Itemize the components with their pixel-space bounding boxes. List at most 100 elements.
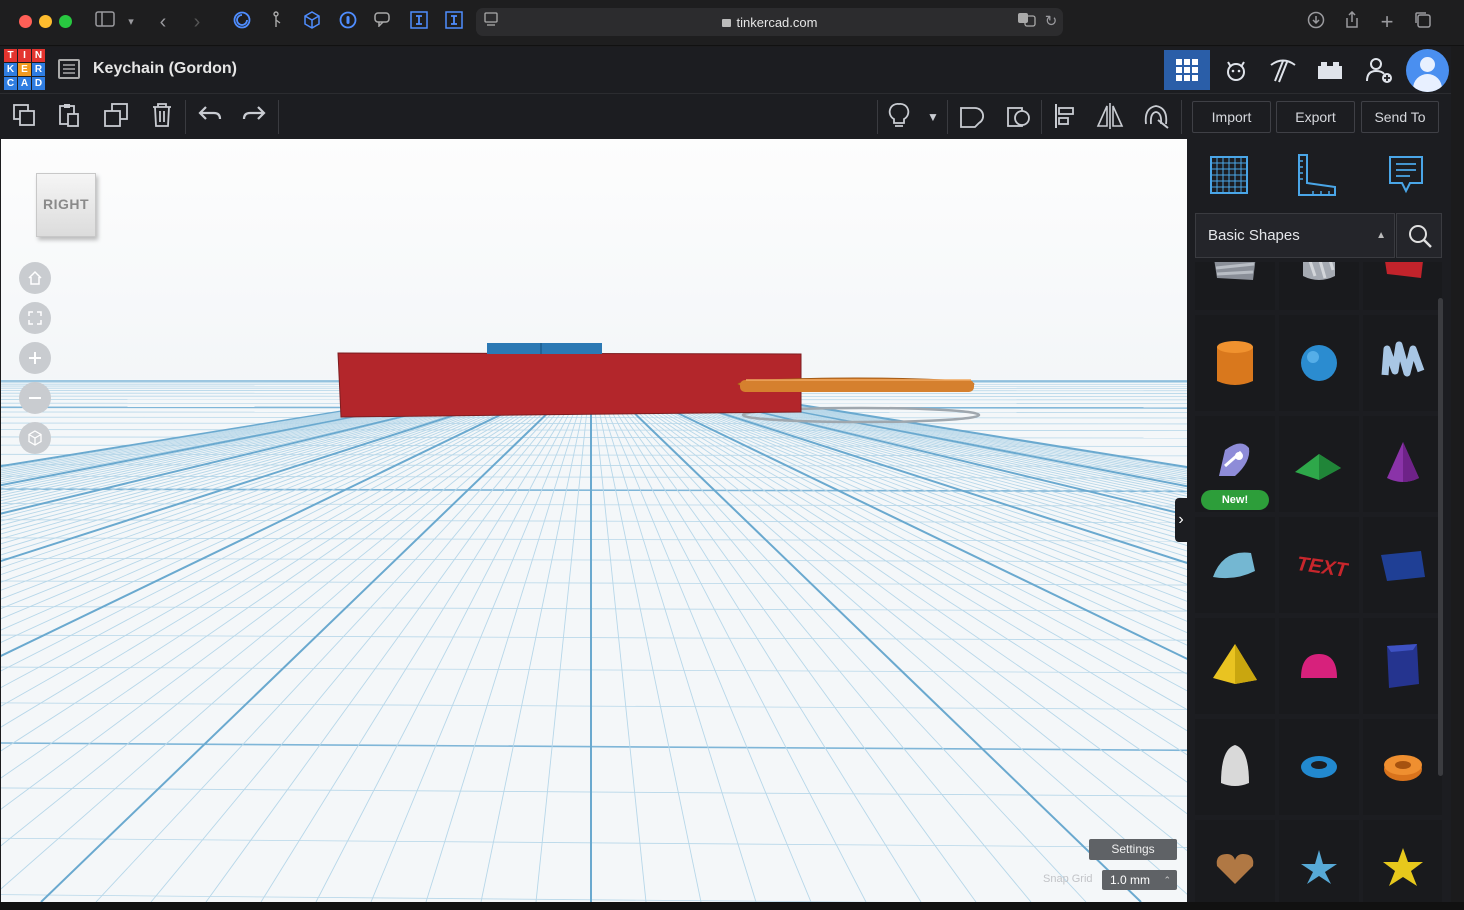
address-bar[interactable]: tinkercad.com ↻	[476, 8, 1063, 36]
shape-search-button[interactable]	[1396, 213, 1442, 258]
extension-chat-icon[interactable]	[372, 11, 394, 33]
view-bricks-button[interactable]	[1307, 50, 1353, 90]
app-window: ▾ ‹ › tinkercad.com ↻ + T I N K E R C A …	[0, 0, 1464, 910]
shape-item-pyramid[interactable]	[1195, 618, 1275, 714]
shape-item-half-sphere[interactable]	[1279, 618, 1359, 714]
shape-item-heart[interactable]	[1195, 820, 1275, 902]
paste-icon[interactable]	[54, 102, 84, 132]
snap-grid-select[interactable]: 1.0 mm ⌃	[1102, 870, 1177, 890]
shape-item-round-roof[interactable]	[1195, 517, 1275, 613]
undo-icon[interactable]	[195, 102, 225, 132]
box-icon	[1385, 262, 1423, 278]
invite-user-button[interactable]	[1356, 50, 1402, 90]
redo-icon[interactable]	[239, 102, 269, 132]
perspective-button[interactable]	[19, 422, 51, 454]
group-icon[interactable]	[957, 102, 987, 132]
design-title[interactable]: Keychain (Gordon)	[93, 60, 237, 78]
notes-tool-button[interactable]	[1384, 153, 1428, 197]
extension-figure-icon[interactable]	[266, 11, 288, 33]
shape-item-roof[interactable]	[1279, 416, 1359, 512]
downloads-icon[interactable]	[1305, 11, 1327, 33]
shape-item-sphere[interactable]	[1279, 315, 1359, 411]
forward-icon[interactable]: ›	[186, 11, 208, 33]
view-codeblocks-button[interactable]	[1213, 50, 1259, 90]
logo-letter: I	[18, 49, 31, 62]
shapes-panel: Basic Shapes ▲ New! TEXT	[1187, 139, 1451, 902]
tinkercad-logo[interactable]: TIN KER CAD	[4, 49, 45, 91]
view-cube[interactable]: RIGHT	[36, 173, 96, 237]
user-avatar[interactable]	[1406, 49, 1449, 92]
chevron-up-down-icon: ⌃	[1163, 875, 1171, 885]
minimize-window-button[interactable]	[39, 15, 52, 28]
shape-item-tube[interactable]	[1363, 719, 1442, 815]
fit-view-button[interactable]	[19, 302, 51, 334]
workplane-tool-button[interactable]	[1207, 153, 1251, 197]
toolbar-divider	[1041, 100, 1042, 134]
dropdown-caret-icon[interactable]: ▼	[918, 102, 948, 132]
snap-grid-label: Snap Grid	[1043, 873, 1093, 885]
pyramid-icon	[1213, 644, 1257, 684]
chevron-down-icon[interactable]: ▾	[120, 11, 142, 33]
shape-item-wedge[interactable]	[1363, 517, 1442, 613]
extension-cube-icon[interactable]	[301, 11, 323, 33]
light-bulb-icon[interactable]	[884, 102, 914, 132]
share-icon[interactable]	[1341, 10, 1363, 33]
cat-icon	[1227, 61, 1245, 81]
extension-text-cursor-icon-2[interactable]	[443, 11, 465, 33]
shape-item-box-striped[interactable]	[1195, 262, 1275, 310]
fit-view-icon	[28, 311, 42, 325]
close-window-button[interactable]	[19, 15, 32, 28]
home-view-button[interactable]	[19, 262, 51, 294]
align-icon[interactable]	[1050, 102, 1080, 132]
shape-item-star[interactable]	[1279, 820, 1359, 902]
view-3d-design-button[interactable]	[1164, 50, 1210, 90]
delete-icon[interactable]	[147, 102, 177, 132]
ruler-tool-button[interactable]	[1295, 153, 1339, 197]
shape-item-torus[interactable]	[1279, 719, 1359, 815]
shape-item-polygon[interactable]	[1363, 618, 1442, 714]
view-build-button[interactable]	[1260, 50, 1306, 90]
pickaxe-icon	[1270, 59, 1296, 83]
panel-collapse-tab[interactable]: ›	[1175, 498, 1187, 542]
shape-item-shape-generator[interactable]: New!	[1195, 416, 1275, 512]
grid-workplane[interactable]	[1, 139, 1187, 902]
shape-item-text[interactable]: TEXT	[1279, 517, 1359, 613]
duplicate-icon[interactable]	[101, 102, 131, 132]
shape-item-cone[interactable]	[1363, 416, 1442, 512]
shape-item-star-yellow[interactable]	[1363, 820, 1442, 902]
copy-icon[interactable]	[9, 102, 39, 132]
settings-button[interactable]: Settings	[1089, 839, 1177, 860]
tab-overview-icon[interactable]	[1412, 11, 1434, 33]
red-box-shape[interactable]	[337, 352, 802, 418]
send-to-button[interactable]: Send To	[1361, 101, 1439, 133]
torus-icon	[1301, 756, 1337, 778]
import-button[interactable]: Import	[1192, 101, 1271, 133]
shape-item-box[interactable]	[1363, 262, 1442, 310]
extension-clock-icon[interactable]	[231, 11, 253, 33]
shape-item-paraboloid[interactable]	[1195, 719, 1275, 815]
shape-item-cylinder-striped[interactable]	[1279, 262, 1359, 310]
zoom-in-button[interactable]	[19, 342, 51, 374]
translate-icon[interactable]	[1016, 11, 1038, 33]
shape-item-cylinder[interactable]	[1195, 315, 1275, 411]
extension-password-icon[interactable]	[337, 11, 359, 33]
sidebar-toggle-icon[interactable]	[94, 11, 116, 33]
new-tab-icon[interactable]: +	[1376, 11, 1398, 33]
shape-item-scribble[interactable]	[1363, 315, 1442, 411]
sphere-icon	[1301, 345, 1337, 381]
zoom-out-button[interactable]	[19, 382, 51, 414]
export-button[interactable]: Export	[1276, 101, 1355, 133]
panel-scrollbar[interactable]	[1438, 298, 1443, 776]
mirror-icon[interactable]	[1095, 102, 1125, 132]
blue-text-shape[interactable]	[487, 343, 602, 354]
reload-icon[interactable]: ↻	[1040, 11, 1062, 33]
ungroup-icon[interactable]	[1004, 102, 1034, 132]
back-icon[interactable]: ‹	[152, 11, 174, 33]
extension-text-cursor-icon[interactable]	[408, 11, 430, 33]
shape-category-select[interactable]: Basic Shapes ▲	[1195, 213, 1395, 258]
cruise-icon[interactable]	[1141, 102, 1171, 132]
zoom-window-button[interactable]	[59, 15, 72, 28]
window-bottom-edge	[0, 902, 1464, 910]
design-list-icon[interactable]	[58, 59, 80, 79]
workplane-viewport[interactable]: RIGHT Settings Snap Grid 1.0 mm ⌃ ›	[1, 139, 1187, 902]
